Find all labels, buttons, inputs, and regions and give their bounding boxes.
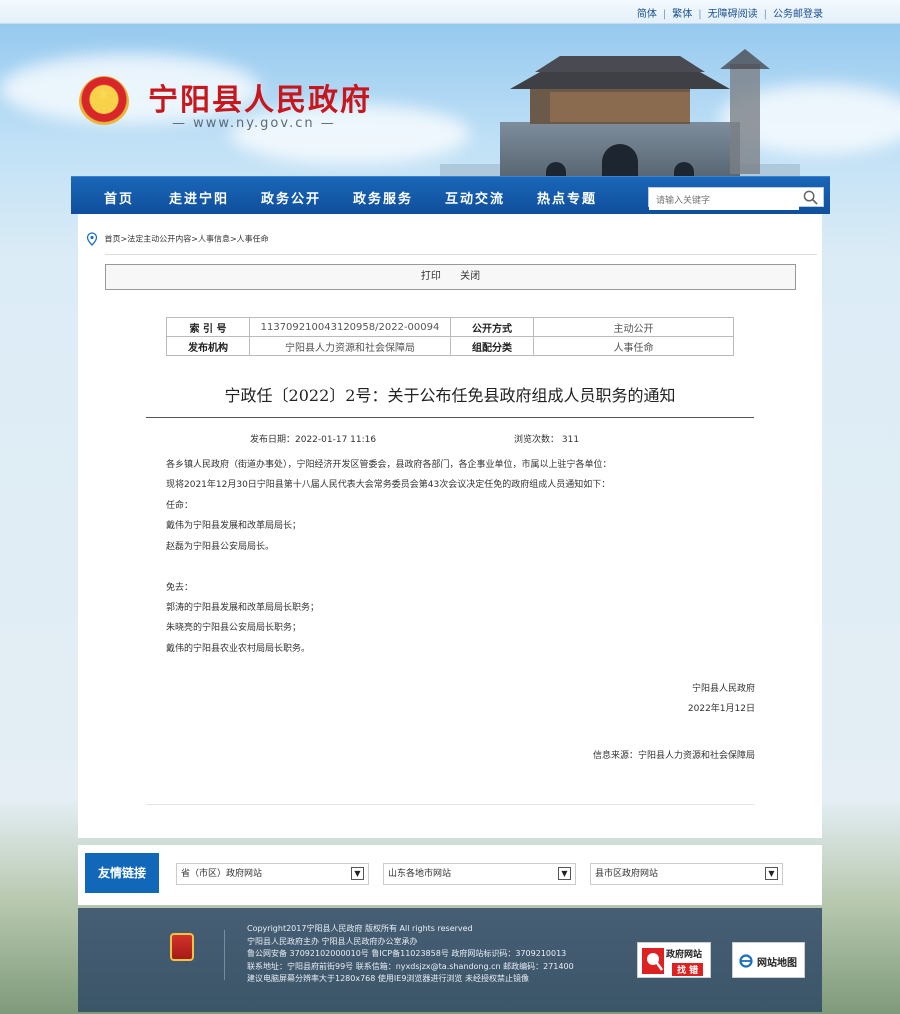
- footer-line: 联系地址：宁阳县府前街99号 联系信箱：nyxdsjzx@ta.shandong…: [247, 961, 574, 971]
- body-paragraph: 赵磊为宁阳县公安局局长。: [166, 542, 275, 552]
- chevron-down-icon: ▼: [765, 867, 778, 880]
- view-count: 浏览次数： 311: [514, 435, 580, 445]
- signature-date: 2022年1月12日: [687, 704, 755, 714]
- link-simplified[interactable]: 简体: [637, 9, 657, 20]
- nav-interaction[interactable]: 互动交流: [445, 188, 505, 207]
- search-icon[interactable]: [803, 190, 818, 205]
- sitemap-label: 网站地图: [757, 958, 797, 969]
- main-nav: 首页 走进宁阳 政务公开 政务服务 互动交流 热点专题: [71, 176, 830, 214]
- body-paragraph: 朱晓亮的宁阳县公安局局长职务；: [166, 623, 302, 633]
- sitemap-badge[interactable]: 网站地图: [732, 942, 805, 978]
- county-sites-select[interactable]: 县市区政府网站 ▼: [590, 863, 783, 885]
- nav-government-affairs[interactable]: 政务公开: [261, 188, 321, 207]
- friendly-links-title: 友情链接: [85, 853, 159, 893]
- shandong-cities-select[interactable]: 山东各地市网站 ▼: [383, 863, 576, 885]
- ie-browser-icon: [739, 954, 753, 968]
- org-label: 发布机构: [166, 336, 250, 356]
- print-button[interactable]: 打印: [421, 271, 441, 282]
- emblem-star-icon: ★: [96, 84, 111, 103]
- footer-line: 建议电脑屏幕分辨率大于1280x768 使用IE9浏览器进行浏览 未经授权禁止镜…: [247, 974, 529, 983]
- table-row: 发布机构 宁阳县人力资源和社会保障局 组配分类 人事任命: [166, 336, 734, 356]
- open-method-label: 公开方式: [450, 317, 534, 337]
- article-title: 宁政任〔2022〕2号：关于公布任免县政府组成人员职务的通知: [224, 386, 676, 405]
- select-value: 省（市区）政府网站: [181, 869, 263, 879]
- chevron-down-icon: ▼: [558, 867, 571, 880]
- publish-date: 发布日期：2022-01-17 11:16: [250, 435, 377, 445]
- document-meta-table: 索 引 号 113709210043120958/2022-00094 公开方式…: [166, 317, 734, 356]
- top-utility-bar: 简体 | 繁体 | 无障碍阅读 | 公务邮登录: [0, 0, 900, 24]
- body-paragraph: 戴伟为宁阳县发展和改革局局长；: [166, 521, 302, 531]
- nav-government-services[interactable]: 政务服务: [353, 188, 413, 207]
- title-divider: [146, 417, 754, 418]
- body-paragraph: 戴伟的宁阳县农业农村局局长职务。: [166, 644, 311, 654]
- nav-about-ningyang[interactable]: 走进宁阳: [169, 188, 229, 207]
- footer-line: 宁阳县人民政府主办 宁阳县人民政府办公室承办: [247, 936, 418, 946]
- report-error-badge[interactable]: 政府网站 找 错: [637, 942, 711, 978]
- search-input[interactable]: [649, 192, 799, 210]
- table-row: 索 引 号 113709210043120958/2022-00094 公开方式…: [166, 317, 734, 337]
- divider: [146, 804, 754, 805]
- select-value: 县市区政府网站: [595, 869, 659, 879]
- divider: [105, 254, 817, 255]
- category-value: 人事任命: [533, 336, 734, 356]
- site-title: 宁阳县人民政府: [148, 83, 372, 118]
- magnifier-flag-icon: [642, 948, 664, 974]
- signature-org: 宁阳县人民政府: [691, 684, 755, 694]
- index-label: 索 引 号: [166, 317, 250, 337]
- site-url: — www.ny.gov.cn —: [172, 116, 336, 131]
- site-footer: Copyright2017宁阳县人民政府 版权所有 All rights res…: [78, 908, 822, 1012]
- top-links: 简体 | 繁体 | 无障碍阅读 | 公务邮登录: [637, 5, 823, 20]
- separator: |: [763, 9, 767, 20]
- org-value: 宁阳县人力资源和社会保障局: [249, 336, 451, 356]
- badge-title: 政府网站: [666, 950, 703, 960]
- nav-home[interactable]: 首页: [104, 188, 134, 207]
- body-paragraph: 任命：: [166, 501, 194, 511]
- link-official-mail-login[interactable]: 公务邮登录: [773, 9, 823, 20]
- body-paragraph: 各乡镇人民政府（街道办事处），宁阳经济开发区管委会，县政府各部门，各企事业单位，…: [166, 460, 612, 470]
- footer-line: 鲁公网安备 37092102000010号 鲁ICP备11023858号 政府网…: [247, 949, 567, 958]
- chevron-down-icon: ▼: [351, 867, 364, 880]
- location-pin-icon: [86, 232, 98, 246]
- footer-info: Copyright2017宁阳县人民政府 版权所有 All rights res…: [247, 923, 574, 986]
- category-label: 组配分类: [450, 336, 534, 356]
- body-paragraph: 免去：: [166, 583, 194, 593]
- link-accessibility[interactable]: 无障碍阅读: [708, 9, 758, 20]
- close-button[interactable]: 关闭: [460, 271, 480, 282]
- link-traditional[interactable]: 繁体: [672, 9, 692, 20]
- divider: [224, 930, 225, 980]
- province-sites-select[interactable]: 省（市区）政府网站 ▼: [176, 863, 369, 885]
- body-paragraph: 郭涛的宁阳县发展和改革局局长职务；: [166, 603, 320, 613]
- party-government-logo-icon[interactable]: [170, 933, 194, 961]
- search-box: [648, 187, 824, 210]
- separator: |: [698, 9, 702, 20]
- article-toolbar: 打印 关闭: [105, 264, 796, 290]
- breadcrumb: 首页>法定主动公开内容>人事信息>人事任命: [86, 232, 269, 246]
- separator: |: [662, 9, 667, 20]
- site-banner: ★ 宁阳县人民政府 — www.ny.gov.cn —: [0, 24, 900, 176]
- info-source: 信息来源：宁阳县人力资源和社会保障局: [592, 751, 755, 761]
- footer-line: Copyright2017宁阳县人民政府 版权所有 All rights res…: [247, 924, 473, 933]
- article-panel: 首页>法定主动公开内容>人事信息>人事任命 打印 关闭 索 引 号 113709…: [78, 214, 822, 838]
- select-value: 山东各地市网站: [388, 869, 452, 879]
- body-paragraph: 现将2021年12月30日宁阳县第十八届人民代表大会常务委员会第43次会议决定任…: [166, 480, 611, 490]
- badge-subtitle: 找 错: [672, 963, 704, 976]
- city-gate-illustration: [440, 49, 800, 176]
- friendly-links-bar: 友情链接 省（市区）政府网站 ▼ 山东各地市网站 ▼ 县市区政府网站 ▼: [78, 845, 822, 905]
- nav-hot-topics[interactable]: 热点专题: [537, 188, 597, 207]
- open-method-value: 主动公开: [533, 317, 734, 337]
- breadcrumb-text[interactable]: 首页>法定主动公开内容>人事信息>人事任命: [105, 235, 269, 244]
- index-value: 113709210043120958/2022-00094: [249, 317, 451, 337]
